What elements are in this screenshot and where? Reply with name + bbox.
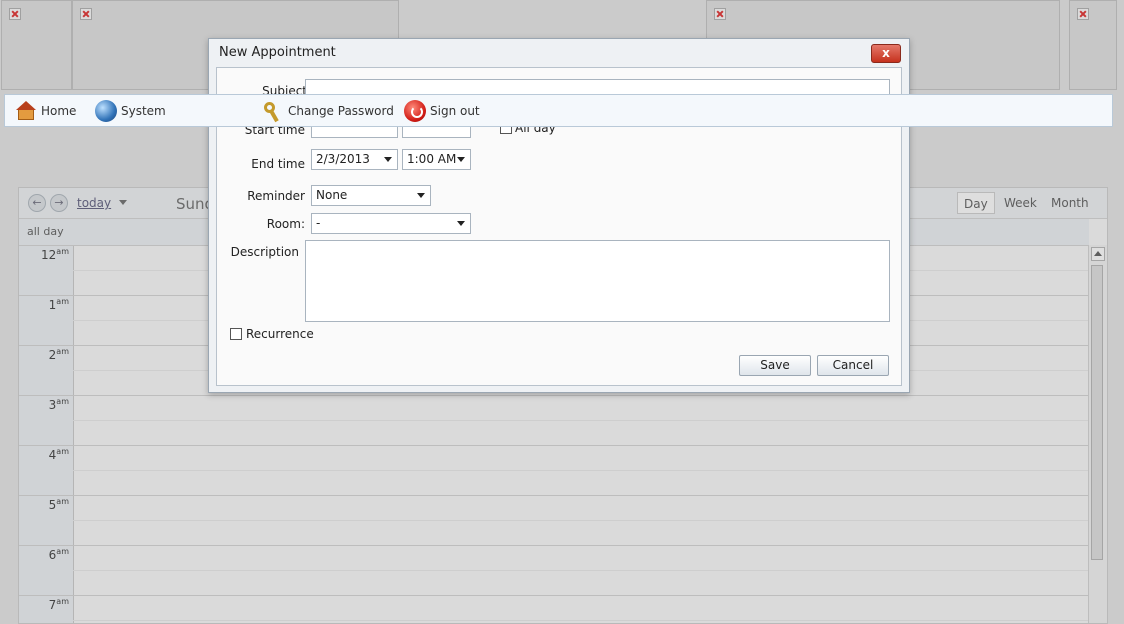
end-time-select[interactable]: 1:00 AM xyxy=(402,149,471,170)
reminder-value: None xyxy=(316,188,348,202)
nav-system-label: System xyxy=(121,104,166,118)
reminder-label: Reminder xyxy=(247,189,305,203)
end-date-value: 2/3/2013 xyxy=(316,152,370,166)
end-time-label: End time xyxy=(251,157,305,171)
chevron-down-icon xyxy=(457,221,465,226)
nav-change-password[interactable]: Change Password xyxy=(262,100,394,122)
nav-sign-out[interactable]: Sign out xyxy=(404,100,480,122)
globe-icon xyxy=(95,100,117,122)
reminder-select[interactable]: None xyxy=(311,185,431,206)
chevron-down-icon xyxy=(384,157,392,162)
new-appointment-dialog: New Appointment x Subject Start time All… xyxy=(208,38,910,393)
room-value: - xyxy=(316,216,321,230)
nav-sign-out-label: Sign out xyxy=(430,104,480,118)
nav-home-label: Home xyxy=(41,104,77,118)
home-icon xyxy=(15,100,37,122)
end-date-select[interactable]: 2/3/2013 xyxy=(311,149,398,170)
nav-system[interactable]: System xyxy=(95,100,166,122)
description-label: Description xyxy=(230,245,299,259)
top-nav-bar: Home System Change Password Sign out xyxy=(4,94,1113,127)
keys-icon xyxy=(262,100,284,122)
end-time-value: 1:00 AM xyxy=(407,152,457,166)
room-label: Room: xyxy=(266,217,305,231)
nav-home[interactable]: Home xyxy=(15,100,76,122)
close-icon[interactable]: x xyxy=(871,44,901,63)
chevron-down-icon xyxy=(457,157,465,162)
recurrence-checkbox[interactable] xyxy=(230,328,242,340)
chevron-down-icon xyxy=(417,193,425,198)
cancel-button[interactable]: Cancel xyxy=(817,355,889,376)
room-select[interactable]: - xyxy=(311,213,471,234)
dialog-title: New Appointment xyxy=(219,45,336,60)
power-icon xyxy=(404,100,426,122)
recurrence-label: Recurrence xyxy=(246,327,314,341)
save-button[interactable]: Save xyxy=(739,355,811,376)
nav-change-password-label: Change Password xyxy=(288,104,394,118)
description-textarea[interactable] xyxy=(305,240,890,322)
